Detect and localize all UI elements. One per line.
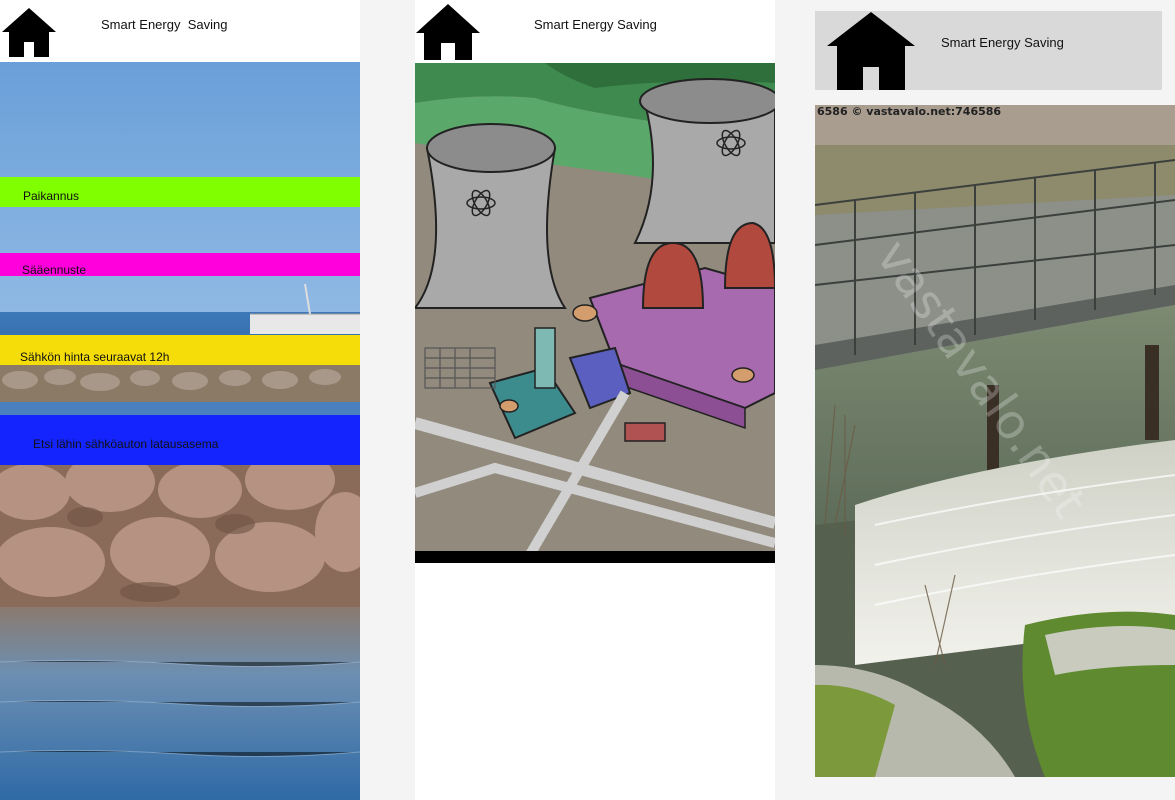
- app-title: Smart Energy Saving: [101, 17, 228, 32]
- screen-hydro-power: Smart Energy Saving vastavalo.net 6586 ©…: [815, 0, 1175, 800]
- waterfall-photo: vastavalo.net 6586 © vastavalo.net:74658…: [815, 105, 1175, 777]
- screen-power-plant: Smart Energy Saving: [415, 0, 775, 800]
- menu-button-label: Paikannus: [23, 189, 80, 203]
- menu-button-latausasema[interactable]: Etsi lähin sähköauton latausasema: [0, 415, 360, 465]
- app-title: Smart Energy Saving: [534, 17, 657, 32]
- menu-button-label: Etsi lähin sähköauton latausasema: [33, 437, 219, 451]
- app-title: Smart Energy Saving: [941, 35, 1064, 50]
- nuclear-plant-illustration: [415, 63, 775, 563]
- screen-main-menu: Smart Energy Saving Paikannus Sääennuste…: [0, 0, 360, 800]
- photo-watermark: 6586 © vastavalo.net:746586: [817, 105, 1002, 118]
- menu-button-label: Sääennuste: [22, 263, 87, 277]
- header-bar: Smart Energy Saving: [815, 11, 1162, 90]
- menu-button-paikannus[interactable]: Paikannus: [0, 177, 360, 207]
- menu-button-saaennuste[interactable]: Sääennuste: [0, 253, 360, 277]
- menu-button-sahkon-hinta[interactable]: Sähkön hinta seuraavat 12h: [0, 335, 360, 365]
- home-icon[interactable]: [415, 3, 481, 61]
- home-icon[interactable]: [0, 6, 58, 58]
- home-icon[interactable]: [825, 11, 917, 91]
- menu-button-label: Sähkön hinta seuraavat 12h: [20, 350, 170, 364]
